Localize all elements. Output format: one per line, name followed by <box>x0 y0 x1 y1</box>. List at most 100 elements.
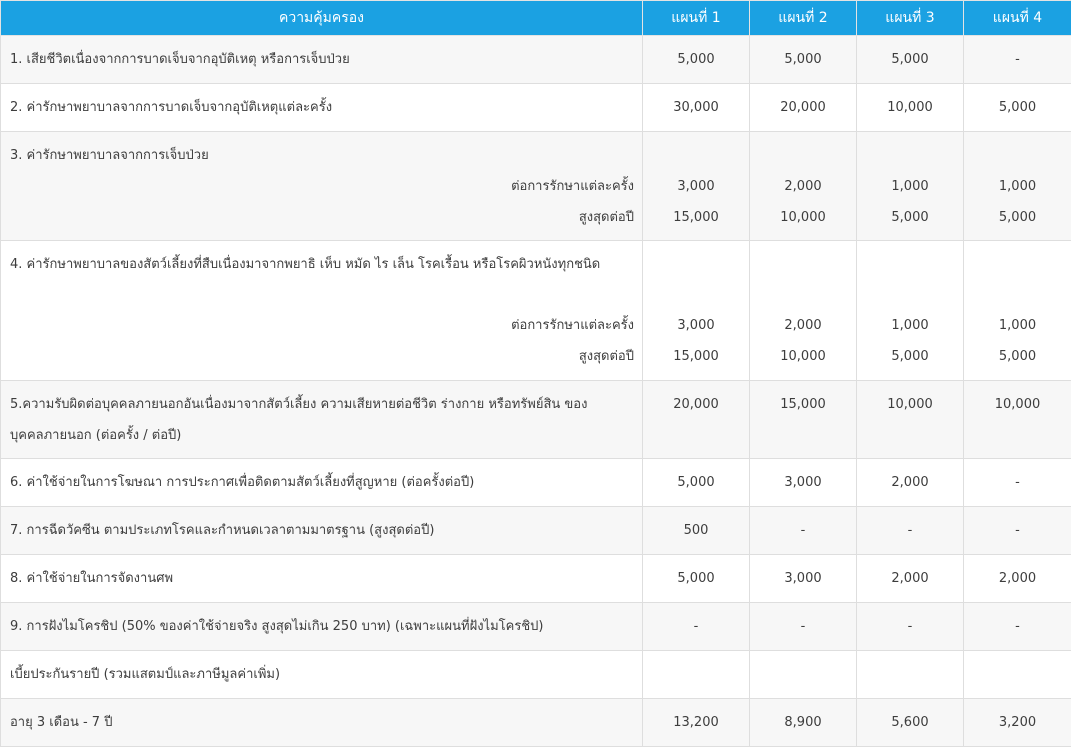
value-cell <box>856 650 964 699</box>
value-cell: 3,000 15,000 <box>642 240 750 381</box>
plan-2-max-per-year-value: 10,000 <box>780 210 826 225</box>
value-cell: 10,000 <box>963 380 1071 459</box>
plan-3-value: 10,000 <box>887 397 933 412</box>
coverage-label: 7. การฉีดวัคซีน ตามประเภทโรคและกำหนดเวลา… <box>10 523 435 538</box>
sub-label-max-per-year: สูงสุดต่อปี <box>578 210 634 225</box>
value-cell: 2,000 <box>856 458 964 507</box>
age-range-label: อายุ 3 เดือน - 7 ปี <box>10 715 113 730</box>
plan-3-max-per-year-value: 5,000 <box>891 349 929 364</box>
plan-2-max-per-year-value: 10,000 <box>780 349 826 364</box>
value-cell: - <box>642 602 750 651</box>
table-row: 3. ค่ารักษาพยาบาลจากการเจ็บป่วย ต่อการรั… <box>0 131 1071 241</box>
value-cell: 2,000 <box>856 554 964 603</box>
plan-3-premium: 5,600 <box>891 715 929 730</box>
table-row: 7. การฉีดวัคซีน ตามประเภทโรคและกำหนดเวลา… <box>0 506 1071 555</box>
table-row: 8. ค่าใช้จ่ายในการจัดงานศพ 5,000 3,000 2… <box>0 554 1071 603</box>
plan-2-per-treatment-value: 2,000 <box>784 179 822 194</box>
plan-4-value: - <box>1015 523 1020 538</box>
value-cell: 10,000 <box>856 83 964 132</box>
value-cell: 1,000 5,000 <box>856 240 964 381</box>
coverage-label: 6. ค่าใช้จ่ายในการโฆษณา การประกาศเพื่อติ… <box>10 475 475 490</box>
plan-4-value: 2,000 <box>998 571 1037 586</box>
value-cell <box>642 650 750 699</box>
plan-4-value: - <box>1015 619 1020 634</box>
value-cell: - <box>856 602 964 651</box>
value-cell: 5,000 <box>642 35 750 84</box>
plan-3-value: 5,000 <box>891 52 929 67</box>
table-row: 9. การฝังไมโครชิป (50% ของค่าใช้จ่ายจริง… <box>0 602 1071 651</box>
plan-4-value <box>964 651 1071 690</box>
coverage-label-cell: 3. ค่ารักษาพยาบาลจากการเจ็บป่วย ต่อการรั… <box>0 131 643 241</box>
value-cell: 3,000 <box>749 554 857 603</box>
plan-1-header: แผนที่ 1 <box>642 0 750 36</box>
value-cell: 2,000 10,000 <box>749 240 857 381</box>
plan-4-value: - <box>1015 475 1020 490</box>
table-row: 2. ค่ารักษาพยาบาลจากการบาดเจ็บจากอุบัติเ… <box>0 83 1071 132</box>
plan-1-value: - <box>693 619 699 634</box>
value-cell: - <box>749 506 857 555</box>
plan-1-value: 30,000 <box>673 100 719 115</box>
plan-4-header: แผนที่ 4 <box>963 0 1071 36</box>
plan-3-value: 10,000 <box>887 100 933 115</box>
value-cell: 5,600 <box>856 698 964 747</box>
coverage-label-cell: 4. ค่ารักษาพยาบาลของสัตว์เลี้ยงที่สืบเนื… <box>0 240 643 381</box>
plan-1-value: 5,000 <box>677 475 715 490</box>
plan-4-max-per-year-value: 5,000 <box>998 349 1037 364</box>
plan-4-max-per-year-value: 5,000 <box>998 210 1037 225</box>
coverage-label: 1. เสียชีวิตเนื่องจากการบาดเจ็บจากอุบัติ… <box>10 52 350 67</box>
table-header-row: ความคุ้มครอง แผนที่ 1 แผนที่ 2 แผนที่ 3 … <box>0 0 1071 36</box>
value-cell: 5,000 <box>749 35 857 84</box>
value-cell: - <box>963 458 1071 507</box>
value-cell: 1,000 5,000 <box>963 240 1071 381</box>
plan-1-value: 5,000 <box>677 52 715 67</box>
coverage-label-cell: 2. ค่ารักษาพยาบาลจากการบาดเจ็บจากอุบัติเ… <box>0 83 643 132</box>
coverage-label-cell: 5.ความรับผิดต่อบุคคลภายนอกอันเนื่องมาจาก… <box>0 380 643 459</box>
plan-2-per-treatment-value: 2,000 <box>784 318 822 333</box>
plan-1-value: 20,000 <box>673 397 719 412</box>
value-cell: 5,000 <box>642 554 750 603</box>
value-cell: 3,000 <box>749 458 857 507</box>
coverage-table: ความคุ้มครอง แผนที่ 1 แผนที่ 2 แผนที่ 3 … <box>0 0 1071 747</box>
plan-3-max-per-year-value: 5,000 <box>891 210 929 225</box>
plan-1-premium: 13,200 <box>673 715 719 730</box>
coverage-label: 5.ความรับผิดต่อบุคคลภายนอกอันเนื่องมาจาก… <box>10 397 588 412</box>
table-row: 1. เสียชีวิตเนื่องจากการบาดเจ็บจากอุบัติ… <box>0 35 1071 84</box>
value-cell: 1,000 5,000 <box>963 131 1071 241</box>
table-row: เบี้ยประกันรายปี (รวมแสตมป์และภาษีมูลค่า… <box>0 650 1071 699</box>
plan-2-value: 20,000 <box>780 100 826 115</box>
coverage-label-cell: 8. ค่าใช้จ่ายในการจัดงานศพ <box>0 554 643 603</box>
plan-1-max-per-year-value: 15,000 <box>673 210 719 225</box>
plan-4-per-treatment-value: 1,000 <box>998 318 1037 333</box>
coverage-label: 3. ค่ารักษาพยาบาลจากการเจ็บป่วย <box>10 148 209 163</box>
plan-4-per-treatment-value: 1,000 <box>998 179 1037 194</box>
plan-3-header: แผนที่ 3 <box>856 0 964 36</box>
plan-2-header: แผนที่ 2 <box>749 0 857 36</box>
value-cell: 10,000 <box>856 380 964 459</box>
value-cell: - <box>749 602 857 651</box>
age-label-cell: อายุ 3 เดือน - 7 ปี <box>0 698 643 747</box>
plan-1-max-per-year-value: 15,000 <box>673 349 719 364</box>
plan-1-value <box>643 651 749 690</box>
value-cell: 5,000 <box>642 458 750 507</box>
value-cell: 2,000 10,000 <box>749 131 857 241</box>
plan-4-value: 5,000 <box>998 100 1037 115</box>
premium-label: เบี้ยประกันรายปี (รวมแสตมป์และภาษีมูลค่า… <box>10 667 281 682</box>
plan-2-value: - <box>800 619 806 634</box>
value-cell: 3,000 15,000 <box>642 131 750 241</box>
plan-3-value: - <box>907 523 913 538</box>
value-cell: 5,000 <box>963 83 1071 132</box>
plan-2-value: 5,000 <box>784 52 822 67</box>
value-cell: 8,900 <box>749 698 857 747</box>
coverage-label: 8. ค่าใช้จ่ายในการจัดงานศพ <box>10 571 174 586</box>
coverage-label: 9. การฝังไมโครชิป (50% ของค่าใช้จ่ายจริง… <box>10 619 544 634</box>
value-cell: - <box>963 35 1071 84</box>
plan-2-value: 15,000 <box>780 397 826 412</box>
coverage-label: 2. ค่ารักษาพยาบาลจากการบาดเจ็บจากอุบัติเ… <box>10 100 333 115</box>
plan-4-premium: 3,200 <box>998 715 1037 730</box>
plan-3-per-treatment-value: 1,000 <box>891 318 929 333</box>
value-cell <box>749 650 857 699</box>
plan-2-value: 3,000 <box>784 571 822 586</box>
coverage-label-cell: 1. เสียชีวิตเนื่องจากการบาดเจ็บจากอุบัติ… <box>0 35 643 84</box>
plan-3-value: - <box>907 619 913 634</box>
sub-label-max-per-year: สูงสุดต่อปี <box>578 349 634 364</box>
